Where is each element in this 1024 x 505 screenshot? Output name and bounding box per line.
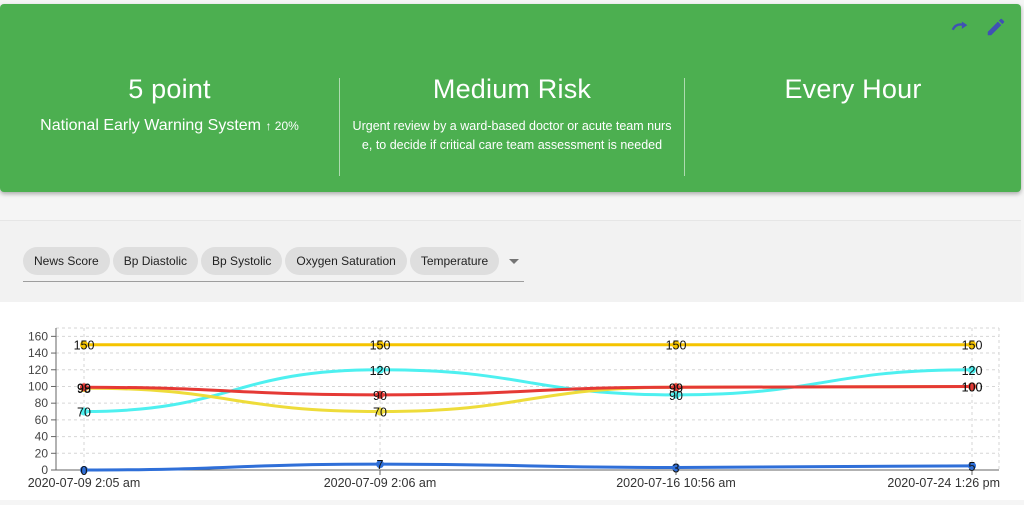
data-label: 99 xyxy=(77,381,91,395)
chip-temperature[interactable]: Temperature xyxy=(409,247,500,275)
chip-bp-systolic[interactable]: Bp Systolic xyxy=(201,247,283,275)
edit-icon[interactable] xyxy=(985,16,1007,38)
y-tick-label: 0 xyxy=(41,463,48,477)
vitals-line-chart: 0 20 40 60 80 100 120 140 160 2020-07-09 2:05 am 2… xyxy=(28,327,1000,490)
risk-column: Medium Risk Urgent review by a ward-base… xyxy=(340,74,684,174)
y-tick-label: 100 xyxy=(28,379,48,393)
vital-select[interactable]: News Score Bp Diastolic Bp Systolic Oxyg… xyxy=(23,247,524,282)
x-tick-label: 2020-07-09 2:05 am xyxy=(28,476,141,490)
banner-toolbar xyxy=(949,16,1007,38)
score-value: 5 point xyxy=(128,74,211,104)
summary-banner: 5 point National Early Warning System ↑ … xyxy=(0,4,1021,192)
score-label-row: National Early Warning System ↑ 20% xyxy=(0,117,339,135)
data-label: 100 xyxy=(962,380,983,394)
data-label: 150 xyxy=(666,339,687,353)
y-tick-label: 140 xyxy=(28,346,48,360)
data-label: 150 xyxy=(370,339,391,353)
data-label: 5 xyxy=(969,460,976,474)
series-line xyxy=(83,462,973,472)
data-label: 70 xyxy=(373,406,387,420)
x-tick-label: 2020-07-09 2:06 am xyxy=(324,476,437,490)
x-tick-label: 2020-07-24 1:26 pm xyxy=(887,476,1000,490)
filter-panel: News Score Bp Diastolic Bp Systolic Oxyg… xyxy=(0,220,1021,302)
data-label: 120 xyxy=(370,364,391,378)
frequency-column: Every Hour xyxy=(685,74,1021,174)
y-tick-label: 60 xyxy=(35,413,49,427)
refresh-icon[interactable] xyxy=(949,16,971,38)
risk-description: Urgent review by a ward-based doctor or … xyxy=(352,119,672,152)
data-label: 150 xyxy=(962,339,983,353)
data-label: 99 xyxy=(669,381,683,395)
chip-news-score[interactable]: News Score xyxy=(23,247,110,275)
data-label: 150 xyxy=(74,339,95,353)
y-tick-label: 20 xyxy=(35,446,49,460)
risk-title: Medium Risk xyxy=(432,74,592,104)
score-column: 5 point National Early Warning System ↑ … xyxy=(0,74,339,174)
y-tick-label: 160 xyxy=(28,329,48,343)
data-label: 90 xyxy=(373,389,387,403)
data-label: 7 xyxy=(377,458,384,472)
data-label: 3 xyxy=(673,461,680,475)
data-label: 120 xyxy=(962,364,983,378)
y-tick-label: 120 xyxy=(28,363,48,377)
data-label: 70 xyxy=(77,406,91,420)
score-trend: ↑ 20% xyxy=(265,119,299,133)
chart-area: 0 20 40 60 80 100 120 140 160 2020-07-09 2:05 am 2… xyxy=(0,302,1024,500)
score-label: National Early Warning System xyxy=(40,117,261,134)
y-tick-label: 40 xyxy=(35,430,49,444)
x-tick-label: 2020-07-16 10:56 am xyxy=(616,476,736,490)
chevron-down-icon[interactable] xyxy=(509,259,520,264)
data-label: 0 xyxy=(81,464,88,478)
y-tick-label: 80 xyxy=(35,396,49,410)
chip-bp-diastolic[interactable]: Bp Diastolic xyxy=(112,247,199,275)
chip-oxygen-saturation[interactable]: Oxygen Saturation xyxy=(285,247,407,275)
frequency-value: Every Hour xyxy=(784,74,922,104)
